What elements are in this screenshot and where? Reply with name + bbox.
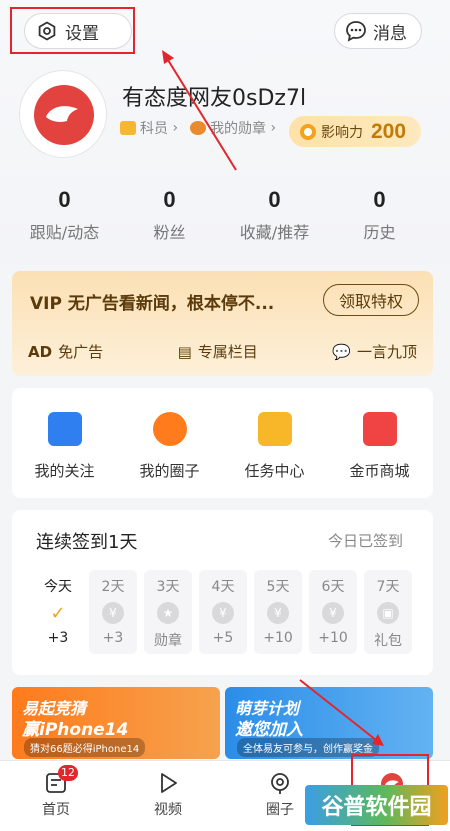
watermark-logo: 谷普软件园 — [305, 785, 448, 825]
annotation-arrows — [162, 50, 384, 746]
